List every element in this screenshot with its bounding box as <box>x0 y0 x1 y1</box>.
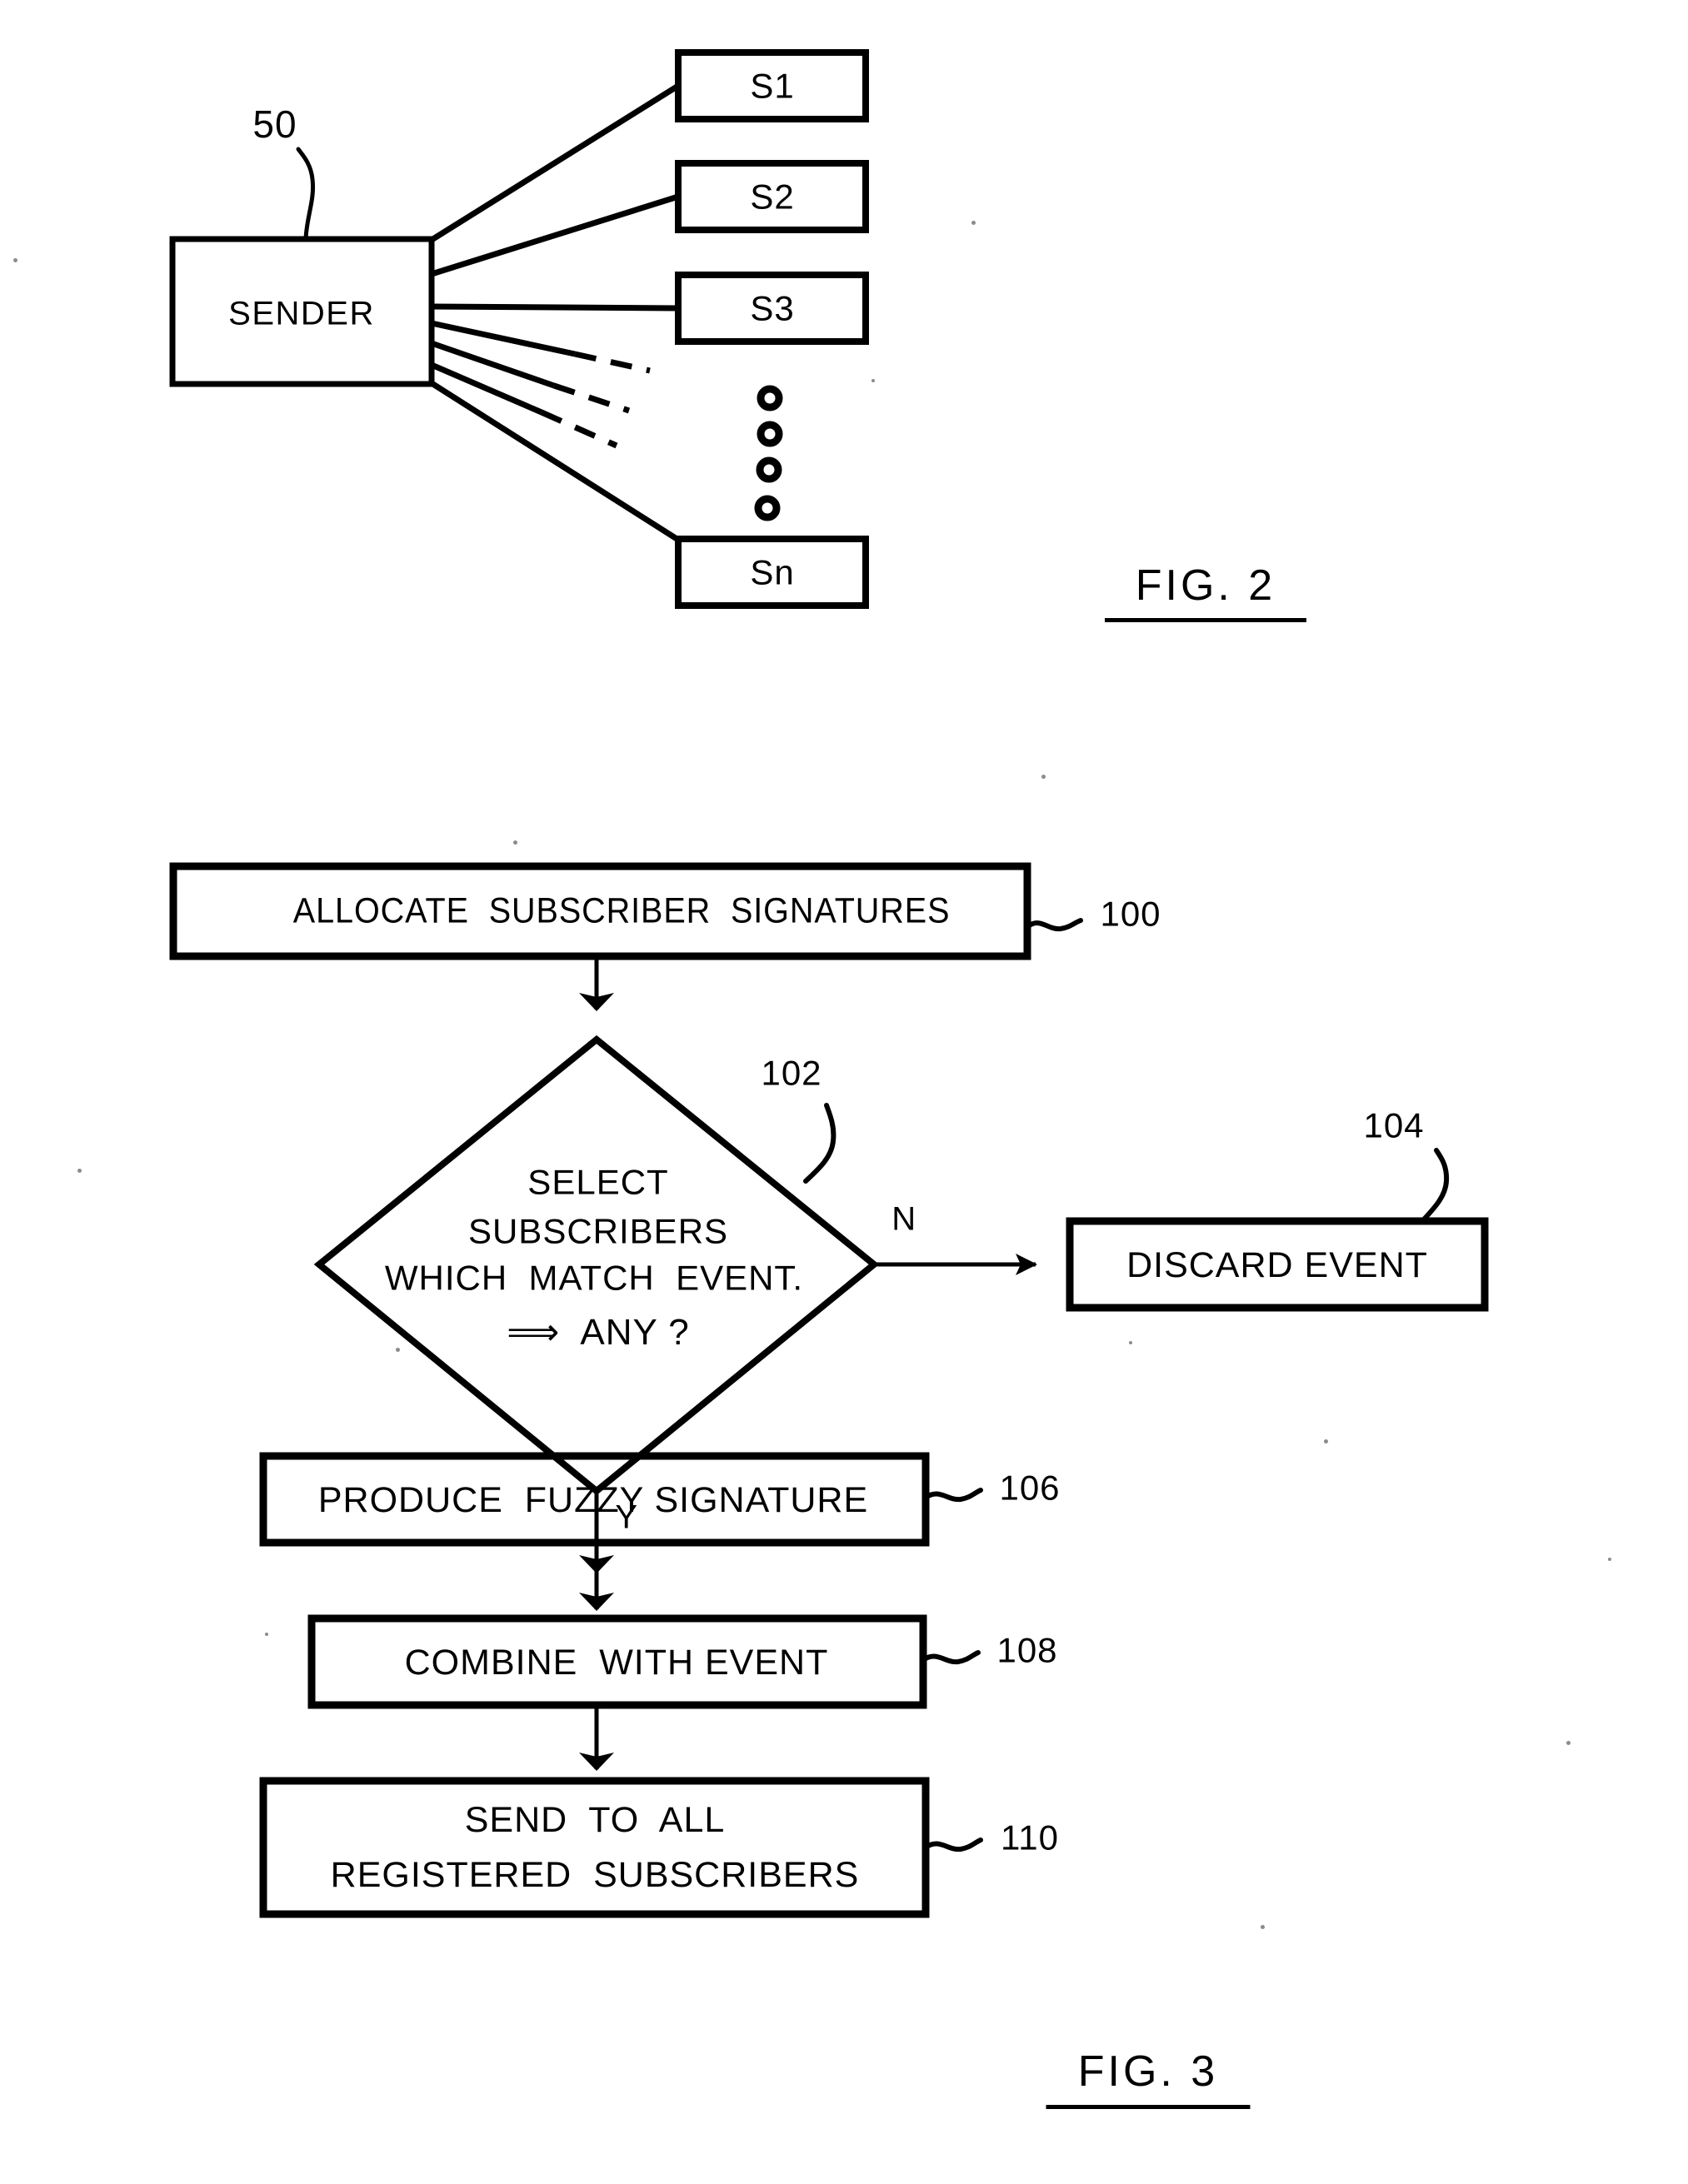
callout-50-leader <box>296 147 316 242</box>
patent-drawing-page: SENDER 50 S1 S2 S3 Sn FIG. 2 ALLOCATE SU… <box>0 0 1688 2184</box>
scan-speck <box>1324 1439 1328 1444</box>
step-label-100: ALLOCATE SUBSCRIBER SIGNATURES <box>222 853 979 969</box>
callout-106-leader <box>923 1488 983 1503</box>
decision-text-line-1: SELECT <box>527 1162 669 1202</box>
scan-speck <box>1566 1741 1571 1745</box>
figure-3-graphics <box>169 862 1489 1918</box>
branch-letter-n: N <box>891 1200 916 1238</box>
connector-sender-s2 <box>430 193 680 277</box>
scan-speck <box>1608 1558 1611 1561</box>
step-label-104: DISCARD EVENT <box>1126 1244 1428 1285</box>
connector-sender-sn <box>430 381 680 542</box>
callout-106: 106 <box>999 1468 1061 1508</box>
subscriber-label-s3: S3 <box>750 288 795 328</box>
subscriber-label-sn: Sn <box>750 552 795 592</box>
decision-text-line-4: ⟹ ANY ? <box>507 1312 690 1354</box>
ellipsis-circle-4 <box>754 495 781 521</box>
ellipsis-circle-2 <box>757 421 783 447</box>
figure-2-title-underline <box>1105 618 1306 622</box>
decision-text-line-3: WHICH MATCH EVENT. <box>384 1258 804 1298</box>
figure-3-title-underline <box>1046 2105 1251 2109</box>
scan-speck <box>513 840 517 845</box>
connector-sender-dashed-3 <box>430 362 543 416</box>
callout-104-leader <box>1420 1148 1450 1224</box>
step-label-110-line-2: REGISTERED SUBSCRIBERS <box>330 1854 860 1895</box>
connector-sender-dashed-2 <box>430 340 556 389</box>
decision-text-line-2: SUBSCRIBERS <box>467 1211 729 1251</box>
callout-100: 100 <box>1100 894 1161 934</box>
connector-sender-dashed-3b <box>540 409 618 449</box>
sender-box-label: SENDER <box>228 295 375 332</box>
scan-speck <box>1129 1341 1132 1344</box>
scan-speck <box>77 1169 82 1173</box>
step-label-108: COMBINE WITH EVENT <box>404 1642 829 1683</box>
step-label-106: PRODUCE FUZZY SIGNATURE <box>317 1479 869 1520</box>
callout-108-leader <box>921 1650 981 1665</box>
step-label-100-text: ALLOCATE SUBSCRIBER SIGNATURES <box>292 890 951 931</box>
connector-sender-s1 <box>430 83 680 242</box>
figure-2-title: FIG. 2 <box>1135 561 1276 610</box>
connector-sender-s3 <box>431 303 679 312</box>
subscriber-label-s1: S1 <box>750 66 795 106</box>
scan-speck <box>396 1348 400 1352</box>
callout-100-leader <box>1025 918 1083 932</box>
scan-speck <box>13 258 17 262</box>
scan-speck <box>265 1633 268 1636</box>
scan-speck <box>1041 775 1046 779</box>
ellipsis-circle-1 <box>757 385 783 411</box>
subscriber-label-s2: S2 <box>750 177 795 217</box>
callout-102-leader <box>803 1103 837 1184</box>
step-label-110-line-1: SEND TO ALL <box>464 1799 726 1840</box>
figure-3-title: FIG. 3 <box>1077 2047 1219 2096</box>
connector-sender-dashed-2b <box>552 382 631 414</box>
scan-speck <box>1261 1925 1265 1929</box>
callout-110-leader <box>923 1837 983 1852</box>
connector-sender-dashed-1b <box>574 351 651 374</box>
ellipsis-circle-3 <box>756 456 782 483</box>
scan-speck <box>971 221 976 225</box>
callout-102: 102 <box>761 1053 822 1093</box>
callout-104: 104 <box>1363 1105 1425 1145</box>
callout-110: 110 <box>1001 1818 1059 1857</box>
callout-50: 50 <box>252 102 297 147</box>
scan-speck <box>871 379 875 382</box>
callout-108: 108 <box>996 1630 1058 1670</box>
